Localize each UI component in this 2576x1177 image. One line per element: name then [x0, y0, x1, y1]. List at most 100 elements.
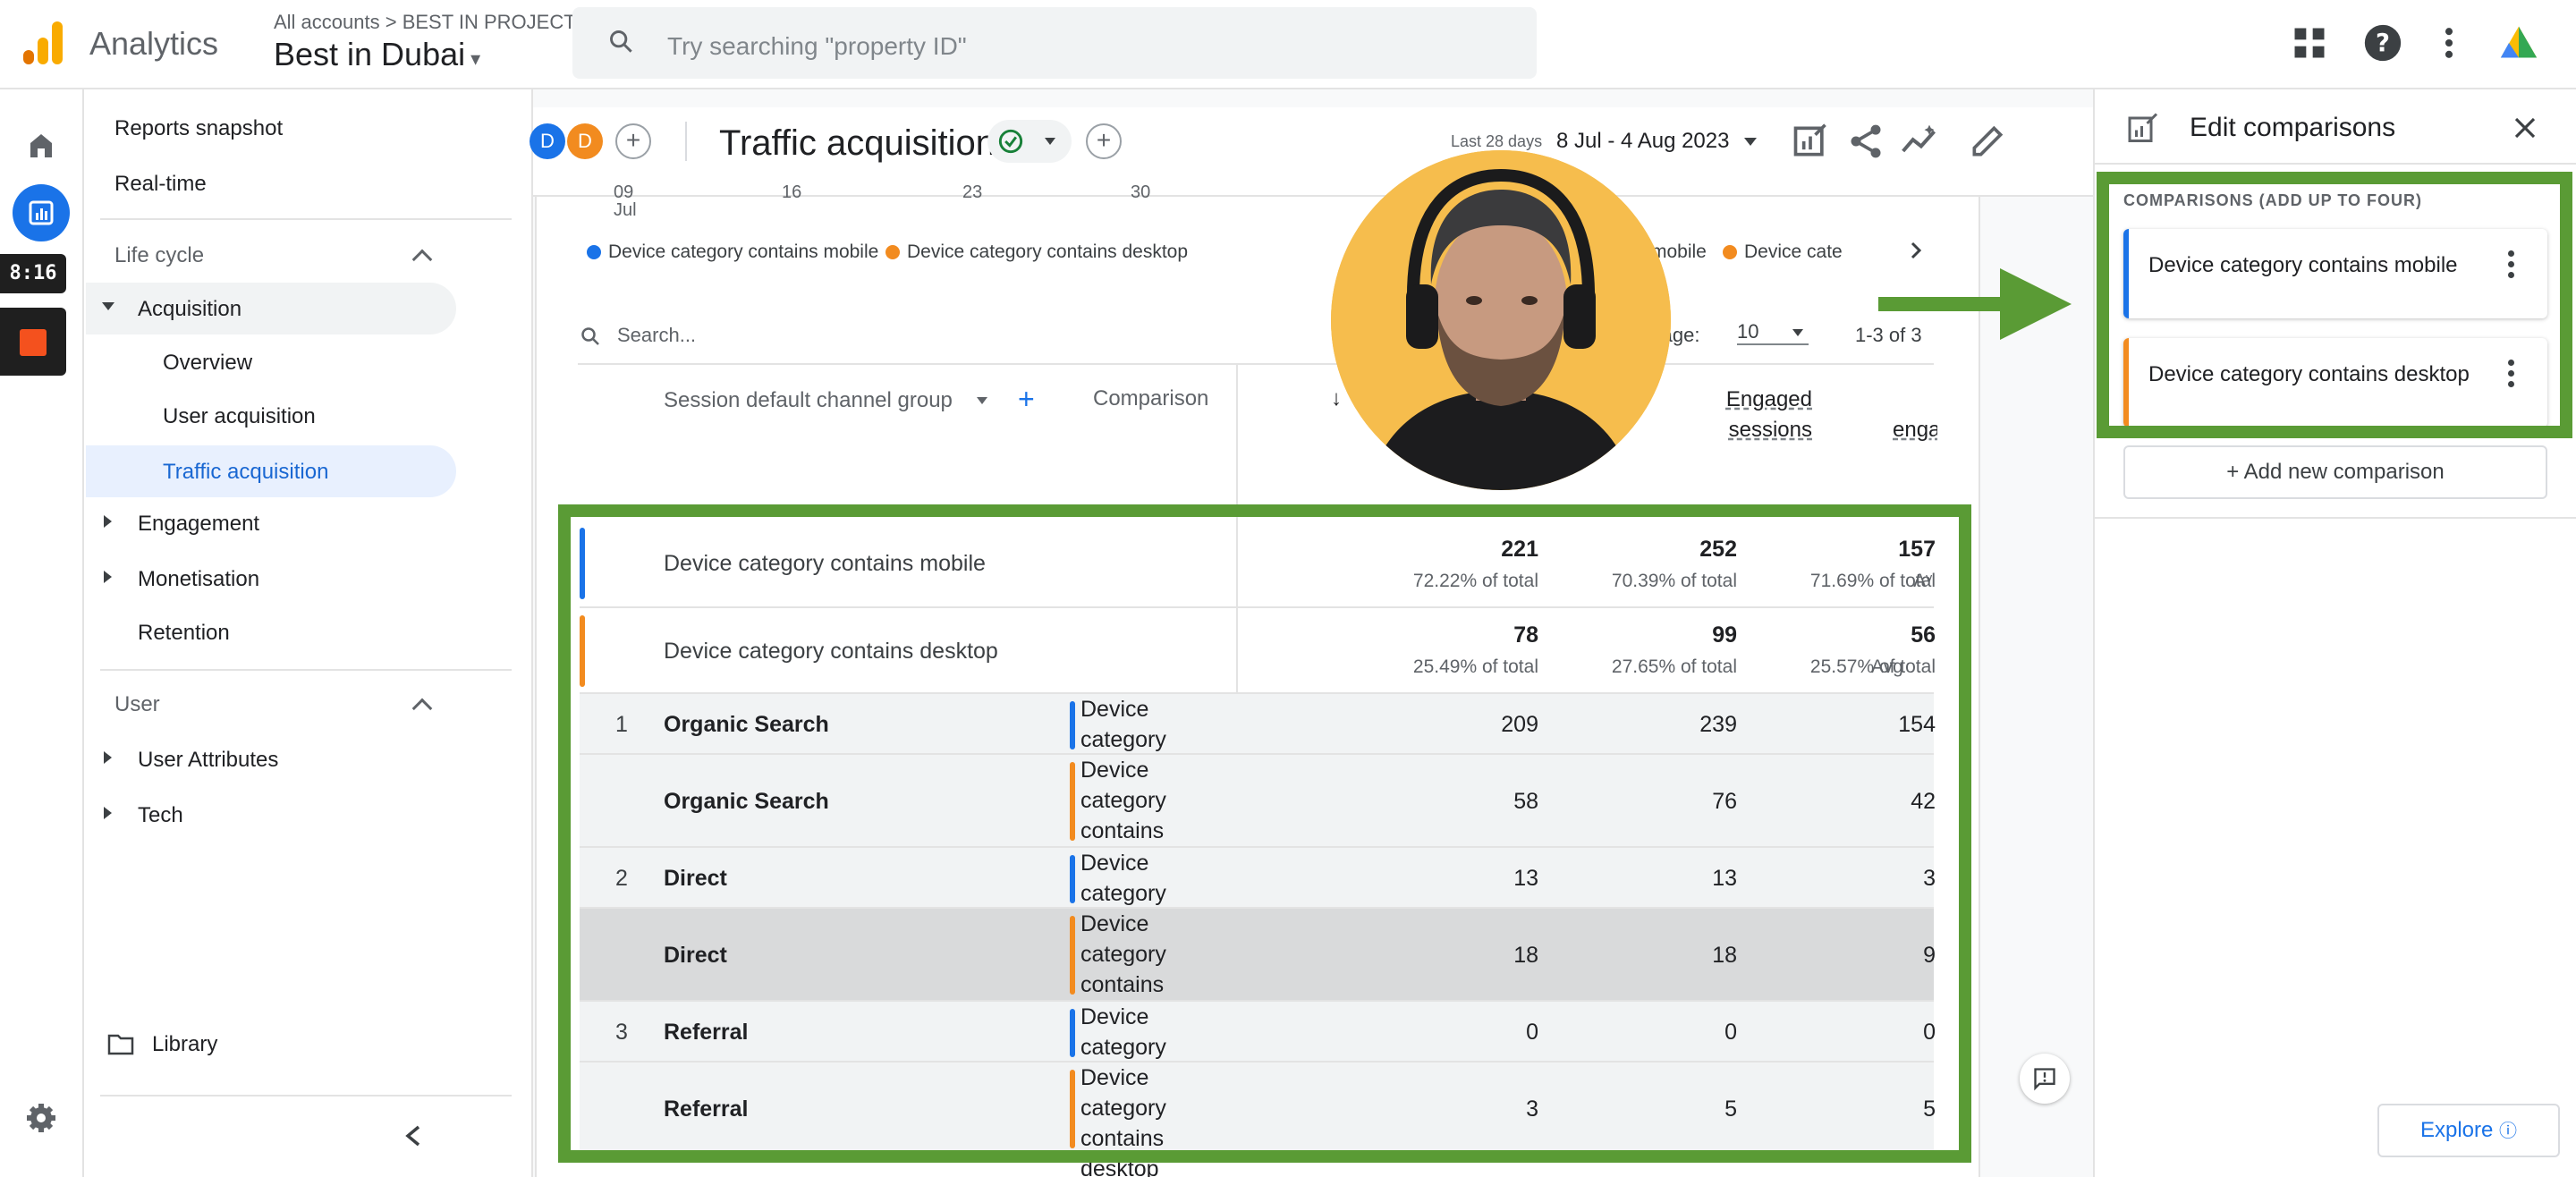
legend-dot	[587, 245, 601, 259]
nav-acquisition[interactable]: Acquisition	[138, 297, 242, 322]
nav-section-user[interactable]: User	[114, 692, 160, 717]
nav-overview[interactable]: Overview	[163, 351, 252, 376]
property-name: Best in Dubai	[274, 36, 466, 72]
column-partial-header[interactable]: enga	[1893, 415, 1937, 445]
customize-report-icon[interactable]	[1791, 122, 1830, 161]
report-status-pill[interactable]	[987, 120, 1072, 163]
collapse-nav-icon[interactable]	[402, 1123, 424, 1148]
legend-dot	[1723, 245, 1737, 259]
reports-icon[interactable]	[13, 184, 70, 241]
nav-library[interactable]: Library	[152, 1032, 217, 1057]
table-highlight-box	[558, 504, 1971, 1163]
property-selector[interactable]: Best in Dubai ▾	[274, 36, 480, 73]
nav-traffic-acquisition[interactable]: Traffic acquisition	[163, 460, 328, 485]
folder-icon	[107, 1034, 134, 1055]
stop-recording-button[interactable]	[0, 308, 66, 376]
annotation-arrow-head	[2000, 268, 2072, 340]
table-search-input[interactable]: Search...	[617, 324, 696, 347]
nav-tech[interactable]: Tech	[138, 803, 183, 828]
nav-engagement[interactable]: Engagement	[138, 512, 259, 537]
add-new-comparison-button[interactable]: + Add new comparison	[2123, 445, 2547, 499]
date-caret-icon[interactable]	[1744, 138, 1757, 146]
nav-section-life-cycle[interactable]: Life cycle	[114, 243, 204, 268]
column-comparison-header: Comparison	[1093, 386, 1209, 411]
nav-user-acquisition[interactable]: User acquisition	[163, 404, 316, 429]
legend-label: Device category contains mobile	[608, 241, 879, 262]
legend-desktop: Device category contains desktop	[886, 241, 1188, 263]
comparison-avatar-d-1[interactable]: D	[530, 123, 565, 159]
analytics-logo-icon[interactable]	[23, 21, 63, 64]
top-app-bar: Analytics All accounts > BEST IN PROJECT…	[0, 0, 2576, 89]
panel-title: Edit comparisons	[2190, 113, 2396, 142]
axis-month: Jul	[614, 200, 637, 220]
nav-reports-snapshot[interactable]: Reports snapshot	[114, 116, 283, 141]
date-range-label: Last 28 days	[1451, 132, 1543, 150]
app-name: Analytics	[89, 25, 219, 62]
column-dimension-header[interactable]: Session default channel group	[664, 388, 953, 413]
nav-user-attributes[interactable]: User Attributes	[138, 748, 278, 773]
table-search-icon	[581, 327, 599, 345]
presenter-photo	[1331, 150, 1671, 490]
table-toolbar	[578, 308, 1934, 365]
axis-tick: 23	[962, 182, 983, 202]
search-placeholder: Try searching "property ID"	[667, 32, 967, 60]
svg-text:?: ?	[2376, 29, 2390, 57]
settings-gear-icon[interactable]	[13, 1089, 70, 1147]
report-title: Traffic acquisition	[719, 123, 996, 163]
expand-right-icon	[104, 751, 112, 764]
account-avatar-icon[interactable]	[2499, 23, 2538, 63]
axis-tick: 30	[1131, 182, 1151, 202]
nav-retention[interactable]: Retention	[138, 621, 230, 646]
help-circle-icon: ⓘ	[2499, 1122, 2518, 1141]
legend-desktop-partial: Device cate	[1723, 241, 1843, 263]
presenter-webcam	[1331, 150, 1671, 490]
legend-mobile: Device category contains mobile	[587, 241, 878, 263]
axis-tick: 16	[782, 182, 802, 202]
add-comparison-icon[interactable]: +	[615, 123, 651, 159]
comparison-avatar-d-2[interactable]: D	[567, 123, 603, 159]
nav-divider	[100, 1095, 512, 1097]
comparison-chart-icon	[2128, 113, 2158, 142]
more-vert-icon[interactable]	[2429, 23, 2469, 63]
comparisons-highlight-box	[2097, 172, 2572, 438]
add-dimension-icon[interactable]: +	[1018, 383, 1035, 416]
nav-divider	[100, 669, 512, 671]
pagination-range: 1-3 of 3	[1855, 324, 1922, 346]
nav-real-time[interactable]: Real-time	[114, 172, 207, 197]
chevron-up-icon[interactable]	[411, 698, 433, 719]
insights-icon[interactable]	[1900, 122, 1939, 161]
recording-timer: 8:16	[0, 254, 66, 293]
nav-monetisation[interactable]: Monetisation	[138, 567, 259, 592]
search-bar[interactable]: Try searching "property ID"	[572, 7, 1537, 79]
panel-divider	[2093, 163, 2576, 165]
share-icon[interactable]	[1846, 122, 1885, 161]
expand-down-icon	[102, 302, 114, 310]
column-engaged-sessions-header[interactable]: Engaged sessions	[1699, 385, 1812, 445]
expand-right-icon	[104, 571, 112, 583]
close-icon[interactable]	[2512, 114, 2538, 141]
reports-sidenav: Reports snapshot Real-time Life cycle Ac…	[86, 89, 533, 1177]
header-divider	[685, 122, 687, 161]
explore-button[interactable]: Explore ⓘ	[2377, 1104, 2560, 1157]
account-breadcrumb[interactable]: All accounts > BEST IN PROJECT	[274, 11, 576, 34]
legend-label: Device category contains desktop	[907, 241, 1189, 262]
nav-divider	[100, 218, 512, 220]
legend-next-icon[interactable]	[1907, 238, 1925, 263]
home-icon[interactable]	[13, 116, 70, 174]
edit-pencil-icon[interactable]	[1968, 122, 2007, 161]
dimension-caret-icon[interactable]	[977, 397, 987, 404]
rows-caret-icon[interactable]	[1792, 329, 1803, 336]
search-icon	[610, 30, 632, 53]
expand-right-icon	[104, 515, 112, 528]
help-icon[interactable]: ?	[2363, 23, 2402, 63]
date-range-picker[interactable]: 8 Jul - 4 Aug 2023	[1556, 129, 1729, 154]
stop-icon	[20, 329, 47, 356]
legend-dot	[886, 245, 900, 259]
chevron-up-icon[interactable]	[411, 249, 433, 270]
feedback-icon	[2034, 1068, 2055, 1091]
feedback-button[interactable]	[2020, 1054, 2070, 1104]
sort-arrow-icon[interactable]: ↓	[1331, 386, 1342, 411]
left-rail	[0, 89, 84, 1177]
apps-grid-icon[interactable]	[2290, 23, 2329, 63]
add-card-icon[interactable]: +	[1086, 123, 1122, 159]
